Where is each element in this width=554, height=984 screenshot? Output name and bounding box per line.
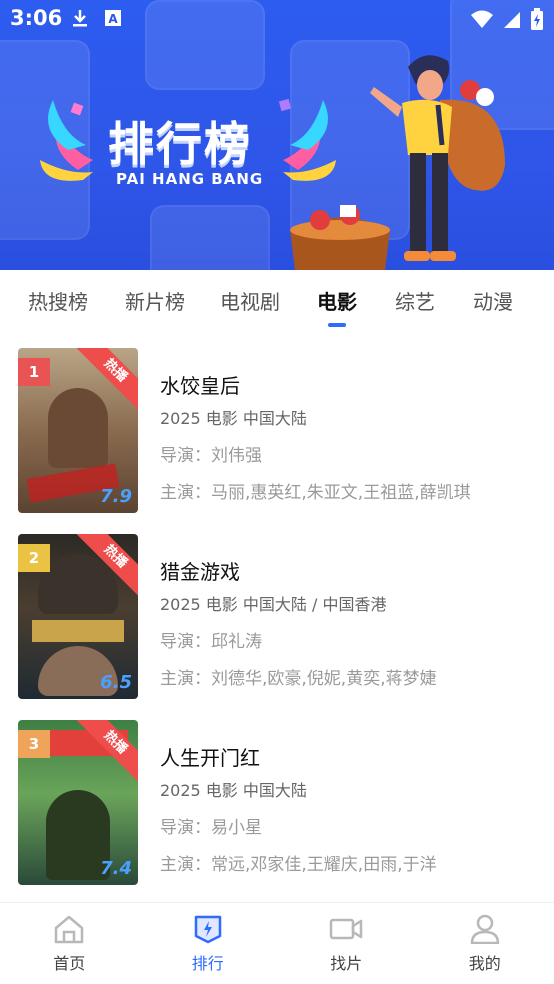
tab-anime[interactable]: 动漫	[473, 286, 513, 315]
list-item[interactable]: 1 热播 7.9 水饺皇后 2025 电影 中国大陆 导演：刘伟强 主演：马丽,…	[0, 340, 554, 513]
movie-director: 导演：易小星	[160, 818, 262, 838]
rank-badge: 2	[18, 544, 50, 572]
movie-title: 猎金游戏	[160, 560, 240, 584]
rating-score: 7.9	[100, 486, 132, 507]
mascot-illustration	[290, 55, 505, 270]
movie-director: 导演：刘伟强	[160, 446, 262, 466]
nav-find-movie-label: 找片	[330, 953, 363, 973]
movie-poster[interactable]: 2 热播 6.5	[18, 534, 138, 699]
tab-variety[interactable]: 综艺	[395, 286, 435, 315]
home-icon	[55, 915, 84, 943]
ranking-banner: 3:06 A 排行榜 PAI HANG BANG	[0, 0, 554, 270]
poster-title-art	[32, 620, 124, 642]
ranking-icon	[194, 915, 221, 943]
movie-cast: 主演：刘德华,欧豪,倪妮,黄奕,蒋梦婕	[160, 669, 437, 689]
banner-decoration	[150, 205, 270, 270]
tab-movie[interactable]: 电影	[317, 286, 357, 327]
rating-score: 7.4	[100, 858, 132, 879]
rating-score: 6.5	[100, 672, 132, 693]
list-item[interactable]: 2 热播 6.5 猎金游戏 2025 电影 中国大陆 / 中国香港 导演：邱礼涛…	[0, 526, 554, 699]
bottom-navigation: 首页 排行 找片 我的	[0, 902, 554, 984]
rank-badge: 3	[18, 730, 50, 758]
nav-profile-label: 我的	[468, 953, 501, 973]
movie-cast: 主演：常远,邓家佳,王耀庆,田雨,于洋	[160, 855, 437, 875]
font-a-icon: A	[105, 10, 121, 26]
banner-subtitle: PAI HANG BANG	[116, 170, 264, 188]
nav-profile[interactable]: 我的	[416, 903, 554, 984]
status-bar: 3:06 A	[0, 0, 554, 38]
svg-text:A: A	[108, 12, 118, 26]
tab-tv-series[interactable]: 电视剧	[220, 286, 280, 315]
movie-meta: 2025 电影 中国大陆	[160, 781, 307, 800]
nav-ranking-label: 排行	[191, 953, 224, 973]
poster-figure	[48, 388, 108, 468]
movie-meta: 2025 电影 中国大陆	[160, 409, 307, 428]
tab-new-release[interactable]: 新片榜	[125, 286, 185, 315]
status-time: 3:06	[10, 6, 63, 30]
movie-title: 人生开门红	[160, 746, 260, 770]
movie-poster[interactable]: 1 热播 7.9	[18, 348, 138, 513]
banner-title: 排行榜	[108, 117, 252, 171]
movie-title: 水饺皇后	[160, 374, 240, 398]
user-icon	[470, 914, 499, 944]
nav-home[interactable]: 首页	[0, 903, 139, 984]
download-icon	[73, 10, 87, 27]
movie-meta: 2025 电影 中国大陆 / 中国香港	[160, 595, 387, 614]
movie-cast: 主演：马丽,惠英红,朱亚文,王祖蓝,薛凯琪	[160, 483, 471, 503]
nav-home-label: 首页	[53, 953, 86, 973]
rank-badge: 1	[18, 358, 50, 386]
tab-hot-search[interactable]: 热搜榜	[28, 286, 88, 315]
movie-director: 导演：邱礼涛	[160, 632, 262, 652]
nav-ranking[interactable]: 排行	[139, 903, 278, 984]
list-item[interactable]: 3 热播 7.4 人生开门红 2025 电影 中国大陆 导演：易小星 主演：常远…	[0, 712, 554, 885]
video-camera-icon	[330, 918, 363, 939]
nav-find-movie[interactable]: 找片	[277, 903, 416, 984]
battery-charging-icon	[531, 8, 543, 30]
signal-icon	[504, 12, 520, 28]
movie-poster[interactable]: 3 热播 7.4	[18, 720, 138, 885]
wifi-icon	[471, 10, 493, 28]
category-tabs: 热搜榜 新片榜 电视剧 电影 综艺 动漫	[0, 270, 554, 330]
